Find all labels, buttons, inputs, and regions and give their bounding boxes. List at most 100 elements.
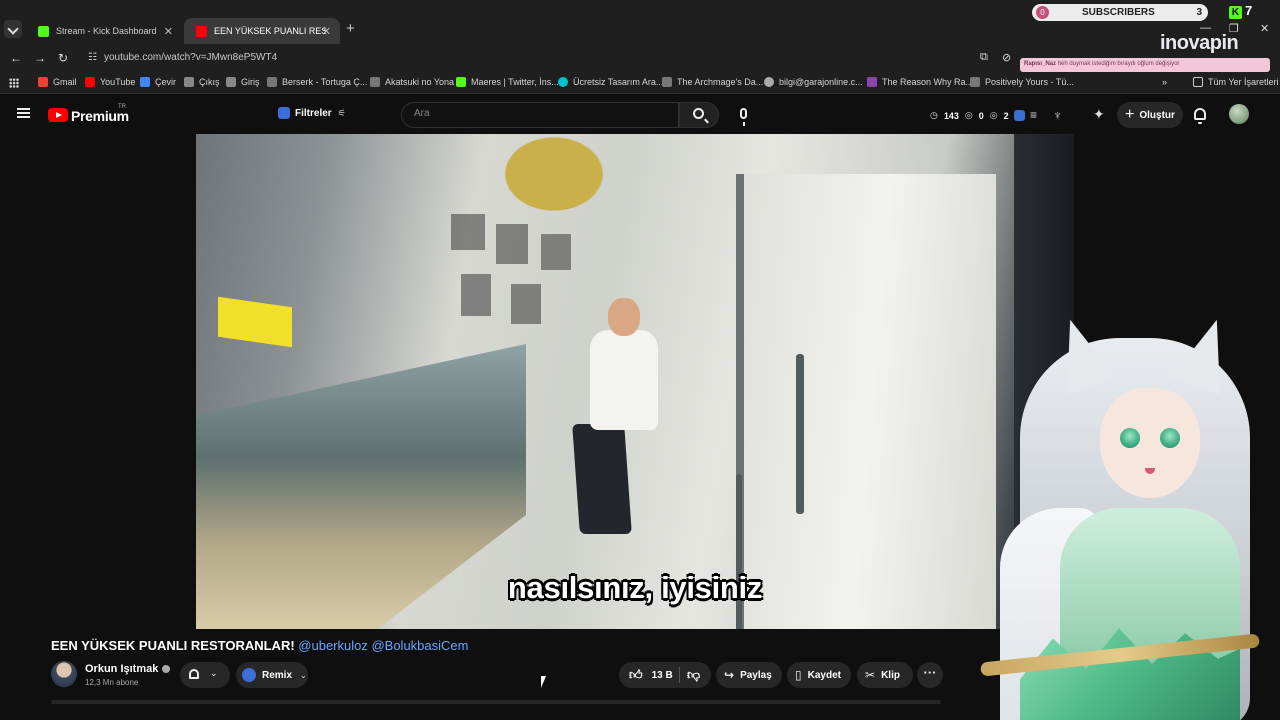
remix-button[interactable]: Remix ⌄ xyxy=(236,662,308,688)
video-scene-person-body xyxy=(590,330,658,430)
vtuber-face xyxy=(1100,388,1200,498)
bookmark-label: Maeres | Twitter, İns... xyxy=(471,77,559,87)
clip-label: Klip xyxy=(881,669,900,681)
filters-button[interactable]: Filtreler ⚟ xyxy=(278,107,346,119)
search-input[interactable] xyxy=(414,108,664,119)
stat-a: 0 xyxy=(978,110,984,121)
bell-icon xyxy=(189,669,199,679)
eye-off-icon[interactable]: ⊘ xyxy=(1002,51,1011,64)
bookmark-garajonline[interactable]: bilgi@garajonline.c... xyxy=(764,77,863,87)
bookmarks-overflow-icon[interactable]: » xyxy=(1162,77,1167,87)
notifications-bell-icon[interactable] xyxy=(1194,108,1206,124)
bookmark-label: The Archmage's Da... xyxy=(677,77,764,87)
video-title-tags[interactable]: @uberkuloz @BolukbasiCem xyxy=(298,638,468,653)
youtube-premium-wordmark[interactable]: Premium xyxy=(71,108,129,124)
bookmark-gmail[interactable]: Gmail xyxy=(38,77,77,87)
bookmark-label: Berserk - Tortuga Ç... xyxy=(282,77,368,87)
microphone-icon[interactable] xyxy=(740,108,747,126)
extension-icon xyxy=(242,668,256,682)
stat-views: 143 xyxy=(943,110,959,121)
bookmark-maeres[interactable]: Maeres | Twitter, İns... xyxy=(456,77,559,87)
kick-count: 7 xyxy=(1245,3,1253,18)
globe-icon xyxy=(267,77,277,87)
video-subtitle: nasılsınız, iyisiniz xyxy=(507,570,763,605)
page-icon xyxy=(662,77,672,87)
chevron-down-icon: ⌄ xyxy=(210,668,218,678)
address-bar[interactable]: ☷ youtube.com/watch?v=JMwn8eP5WT4 xyxy=(80,47,1000,69)
extension-icon xyxy=(278,107,290,119)
youtube-logo-icon[interactable] xyxy=(48,108,68,122)
bookmark-login[interactable]: Giriş xyxy=(226,77,260,87)
bookmark-archmage[interactable]: The Archmage's Da... xyxy=(662,77,763,87)
bookmark-label: Gmail xyxy=(53,77,77,87)
channel-avatar[interactable] xyxy=(51,661,77,687)
gmail-icon xyxy=(38,77,48,87)
channel-name: Orkun Işıtmak xyxy=(85,663,159,675)
like-count[interactable]: 13 B xyxy=(652,670,673,681)
sparkle-icon[interactable]: ✦ xyxy=(1093,106,1105,123)
create-label: Oluştur xyxy=(1139,109,1175,121)
reload-icon[interactable]: ↻ xyxy=(58,51,68,65)
vtuber-eye-left xyxy=(1120,428,1140,448)
all-bookmarks-button[interactable]: Tüm Yer İşaretleri xyxy=(1193,77,1279,87)
share-button[interactable]: ↪ Paylaş xyxy=(716,662,782,688)
bookmark-label: Akatsuki no Yona xyxy=(385,77,455,87)
page-icon xyxy=(226,77,236,87)
new-tab-plus-icon[interactable]: + xyxy=(346,20,355,37)
bookmark-translate[interactable]: Çevir xyxy=(140,77,176,87)
subscribers-left-badge: 0 xyxy=(1036,6,1049,19)
bookmark-canva[interactable]: Ücretsiz Tasarım Ara... xyxy=(558,77,663,87)
queue-icon[interactable]: ≡ xyxy=(1030,108,1037,122)
window-close-icon[interactable]: ✕ xyxy=(1260,22,1269,35)
bookmark-youtube[interactable]: YouTube xyxy=(85,77,135,87)
video-player[interactable]: nasılsınız, iyisiniz xyxy=(196,134,1074,629)
stat-b: 2 xyxy=(1003,110,1009,121)
video-scene-door-handle xyxy=(796,354,804,514)
page-icon xyxy=(867,77,877,87)
account-avatar[interactable] xyxy=(1229,104,1249,124)
youtube-header: Premium TR Filtreler ⚟ ◷143 ◎0 ◎2 ≡ ♆ ✦ … xyxy=(0,96,1280,134)
thumbs-down-icon[interactable]: 👎︎ xyxy=(687,667,700,683)
channel-name-link[interactable]: Orkun Işıtmak xyxy=(85,663,171,675)
tab-search-button[interactable] xyxy=(4,20,22,38)
bookmark-logout[interactable]: Çıkış xyxy=(184,77,220,87)
site-info-icon[interactable]: ☷ xyxy=(88,52,97,63)
bookmark-label: Çevir xyxy=(155,77,177,87)
video-scene-door xyxy=(736,174,996,629)
close-icon[interactable]: ✕ xyxy=(164,25,173,38)
chevron-down-icon: ⌄ xyxy=(300,670,307,680)
subscribers-label: SUBSCRIBERS xyxy=(1082,7,1155,18)
page-icon xyxy=(184,77,194,87)
create-button[interactable]: + Oluştur xyxy=(1117,102,1183,128)
save-button[interactable]: ▯ Kaydet xyxy=(787,662,851,688)
tab-kick-dashboard[interactable]: Stream - Kick Dashboard ✕ xyxy=(26,18,182,44)
region-code: TR xyxy=(118,104,126,110)
forward-arrow-icon[interactable]: → xyxy=(34,51,46,65)
globe-icon xyxy=(764,77,774,87)
subscription-notify-button[interactable]: ⌄ xyxy=(180,662,230,688)
apps-grid-icon[interactable] xyxy=(9,78,19,88)
menu-icon[interactable] xyxy=(17,108,30,118)
extension-icon[interactable] xyxy=(1014,110,1025,121)
bookmark-positively-yours[interactable]: Positively Yours - Tü... xyxy=(970,77,1074,87)
cast-icon[interactable]: ⧉ xyxy=(980,51,988,64)
search-box xyxy=(401,102,679,128)
thumbs-up-icon[interactable]: 👍︎ xyxy=(629,667,643,683)
folder-icon xyxy=(1193,77,1203,87)
close-icon[interactable]: ✕ xyxy=(322,25,331,38)
url-text: youtube.com/watch?v=JMwn8eP5WT4 xyxy=(104,52,278,63)
bookmark-berserk[interactable]: Berserk - Tortuga Ç... xyxy=(267,77,367,87)
back-arrow-icon[interactable]: ← xyxy=(10,51,22,65)
clip-button[interactable]: ✂ Klip xyxy=(857,662,913,688)
share-icon: ↪ xyxy=(724,668,735,682)
award-icon[interactable]: ♆ xyxy=(1053,108,1062,122)
bookmarks-bar: Gmail YouTube Çevir Çıkış Giriş Berserk … xyxy=(0,72,1280,94)
bookmark-akatsuki[interactable]: Akatsuki no Yona xyxy=(370,77,454,87)
search-button[interactable] xyxy=(679,102,719,128)
more-actions-icon[interactable]: ··· xyxy=(917,662,943,688)
bookmark-reason-why[interactable]: The Reason Why Ra... xyxy=(867,77,973,87)
tab-youtube-video[interactable]: EEN YÜKSEK PUANLI RESTORAN ✕ xyxy=(184,18,340,44)
sliders-icon: ⚟ xyxy=(337,107,346,118)
bookmark-icon: ▯ xyxy=(795,668,802,682)
chat-note-text: heh duymak istediğim bıraydı oğlum değiş… xyxy=(1057,61,1180,67)
